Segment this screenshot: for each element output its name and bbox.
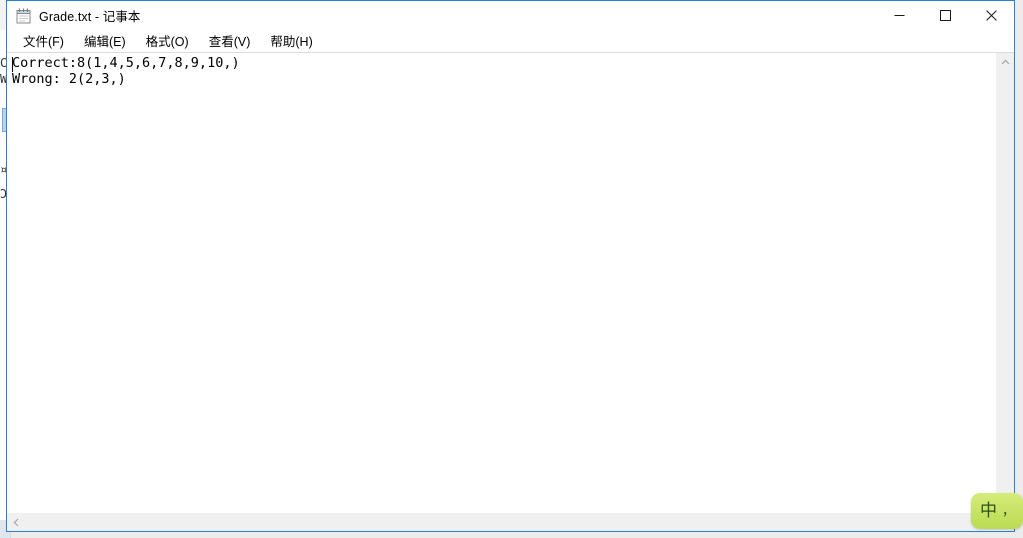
text-editor[interactable]: Correct:8(1,4,5,6,7,8,9,10,) Wrong: 2(2,…	[7, 53, 996, 513]
menu-item-edit[interactable]: 编辑(E)	[82, 33, 128, 51]
editor-region: Correct:8(1,4,5,6,7,8,9,10,) Wrong: 2(2,…	[7, 53, 1014, 531]
minimize-button[interactable]	[876, 1, 922, 30]
maximize-icon	[939, 10, 951, 21]
minimize-icon	[894, 15, 904, 16]
scroll-up-button[interactable]	[997, 53, 1014, 70]
ime-punctuation-icon[interactable]: ，	[1002, 505, 1015, 518]
menu-item-help[interactable]: 帮助(H)	[268, 33, 314, 51]
horizontal-scrollbar[interactable]	[7, 513, 1014, 531]
ime-mode-icon[interactable]: 中	[980, 502, 997, 520]
vertical-scroll-track[interactable]	[997, 70, 1014, 513]
editor-line: Wrong: 2(2,3,)	[12, 71, 126, 87]
menu-item-file[interactable]: 文件(F)	[21, 33, 66, 51]
chevron-left-icon	[13, 518, 18, 527]
ime-status-badge[interactable]: 中 ，	[971, 493, 1023, 529]
vertical-scrollbar[interactable]	[996, 53, 1014, 513]
editor-line: Correct:8(1,4,5,6,7,8,9,10,)	[12, 55, 240, 71]
close-icon	[985, 10, 997, 21]
notepad-icon	[15, 7, 32, 24]
desktop-background: C W ¤ Ͻ Grade.txt - 记事本 文件(F) 编辑(E) 格式(O…	[0, 0, 1023, 538]
text-caret	[12, 57, 13, 72]
chevron-up-icon	[1001, 59, 1010, 64]
notepad-window[interactable]: Grade.txt - 记事本 文件(F) 编辑(E) 格式(O) 查看(V) …	[6, 0, 1015, 532]
menu-bar[interactable]: 文件(F) 编辑(E) 格式(O) 查看(V) 帮助(H)	[7, 31, 1014, 53]
window-title: Grade.txt - 记事本	[39, 10, 141, 24]
menu-item-view[interactable]: 查看(V)	[207, 33, 253, 51]
maximize-button[interactable]	[922, 1, 968, 30]
close-button[interactable]	[968, 1, 1014, 30]
menu-item-format[interactable]: 格式(O)	[144, 33, 191, 51]
scroll-left-button[interactable]	[7, 514, 24, 531]
horizontal-scroll-track[interactable]	[24, 514, 997, 531]
editor-row: Correct:8(1,4,5,6,7,8,9,10,) Wrong: 2(2,…	[7, 53, 1014, 513]
title-bar[interactable]: Grade.txt - 记事本	[7, 1, 1014, 31]
